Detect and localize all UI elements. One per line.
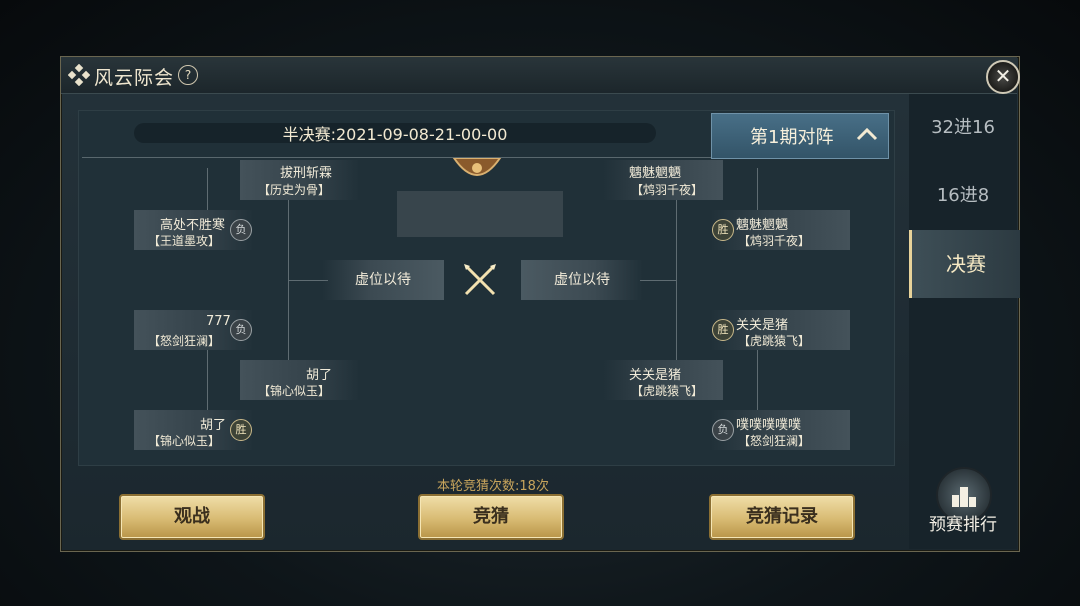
guess-record-button[interactable]: 竞猜记录 bbox=[709, 494, 855, 540]
right-player-3[interactable]: 负 噗噗噗噗噗 【怒剑狂澜】 bbox=[710, 410, 850, 450]
guild-name: 【怒剑狂澜】 bbox=[738, 434, 811, 448]
player-name: 胡了 bbox=[306, 368, 333, 383]
guess-count-text: 本轮竞猜次数:18次 bbox=[437, 479, 549, 494]
window-title: 风云际会 bbox=[94, 67, 175, 89]
crossed-swords-icon bbox=[464, 264, 496, 296]
win-badge: 胜 bbox=[712, 319, 734, 341]
left-player-3[interactable]: 胡了 【锦心似玉】 胜 bbox=[134, 410, 254, 450]
final-slot-right[interactable]: 虚位以待 bbox=[521, 260, 643, 300]
guild-name: 【历史为骨】 bbox=[258, 183, 331, 197]
bracket-line bbox=[207, 350, 208, 410]
lose-badge: 负 bbox=[712, 419, 734, 441]
right-player-2[interactable]: 胜 关关是猪 【虎跳猿飞】 bbox=[710, 310, 850, 350]
right-player-1[interactable]: 胜 魑魅魍魉 【鸩羽千夜】 bbox=[710, 210, 850, 250]
period-label: 第1期对阵 bbox=[750, 127, 834, 148]
bracket-line bbox=[207, 168, 208, 210]
player-name: 777 bbox=[206, 314, 231, 329]
watch-button[interactable]: 观战 bbox=[119, 494, 265, 540]
chevron-up-icon bbox=[856, 127, 878, 141]
player-name: 胡了 bbox=[200, 418, 227, 433]
guild-name: 【鸩羽千夜】 bbox=[631, 183, 704, 197]
player-name: 高处不胜寒 bbox=[160, 218, 226, 233]
lose-badge: 负 bbox=[230, 219, 252, 241]
player-name: 魑魅魍魉 bbox=[736, 218, 789, 233]
player-name: 关关是猪 bbox=[736, 318, 789, 333]
left-semifinal-top[interactable]: 拔刑斩霖 【历史为骨】 bbox=[240, 160, 360, 200]
bracket-line bbox=[757, 168, 758, 210]
tab-final[interactable]: 决赛 bbox=[909, 230, 1020, 298]
guess-button[interactable]: 竞猜 bbox=[418, 494, 564, 540]
player-name: 拔刑斩霖 bbox=[280, 166, 333, 181]
player-name: 魑魅魍魉 bbox=[629, 166, 682, 181]
emblem-icon bbox=[68, 64, 90, 86]
guild-name: 【怒剑狂澜】 bbox=[148, 334, 221, 348]
player-name: 关关是猪 bbox=[629, 368, 682, 383]
bracket-line bbox=[676, 200, 677, 360]
tab-16-to-8[interactable]: 16进8 bbox=[909, 162, 1017, 230]
ranking-label[interactable]: 预赛排行 bbox=[920, 510, 1006, 535]
left-player-2[interactable]: 777 【怒剑狂澜】 负 bbox=[134, 310, 254, 350]
final-slot-left[interactable]: 虚位以待 bbox=[322, 260, 444, 300]
lose-badge: 负 bbox=[230, 319, 252, 341]
bracket-line bbox=[757, 350, 758, 410]
trophy-icon bbox=[452, 158, 502, 176]
tab-32-to-16[interactable]: 32进16 bbox=[909, 94, 1017, 162]
close-button[interactable]: ✕ bbox=[986, 60, 1020, 94]
guild-name: 【虎跳猿飞】 bbox=[738, 334, 811, 348]
guild-name: 【鸩羽千夜】 bbox=[738, 234, 811, 248]
bracket-line bbox=[640, 280, 676, 281]
win-badge: 胜 bbox=[230, 419, 252, 441]
win-badge: 胜 bbox=[712, 219, 734, 241]
final-winner-placeholder bbox=[397, 191, 563, 237]
guild-name: 【虎跳猿飞】 bbox=[631, 384, 704, 398]
help-icon[interactable]: ? bbox=[178, 65, 198, 85]
left-semifinal-bottom[interactable]: 胡了 【锦心似玉】 bbox=[240, 360, 360, 400]
guild-name: 【王道墨攻】 bbox=[148, 234, 221, 248]
right-semifinal-top[interactable]: 魑魅魍魉 【鸩羽千夜】 bbox=[603, 160, 723, 200]
guild-name: 【锦心似玉】 bbox=[148, 434, 221, 448]
round-datetime: 半决赛:2021-09-08-21-00-00 bbox=[282, 125, 508, 144]
left-player-1[interactable]: 高处不胜寒 【王道墨攻】 负 bbox=[134, 210, 254, 250]
player-name: 噗噗噗噗噗 bbox=[736, 418, 802, 433]
right-semifinal-bottom[interactable]: 关关是猪 【虎跳猿飞】 bbox=[603, 360, 723, 400]
guild-name: 【锦心似玉】 bbox=[258, 384, 331, 398]
title-bar bbox=[61, 57, 1017, 94]
